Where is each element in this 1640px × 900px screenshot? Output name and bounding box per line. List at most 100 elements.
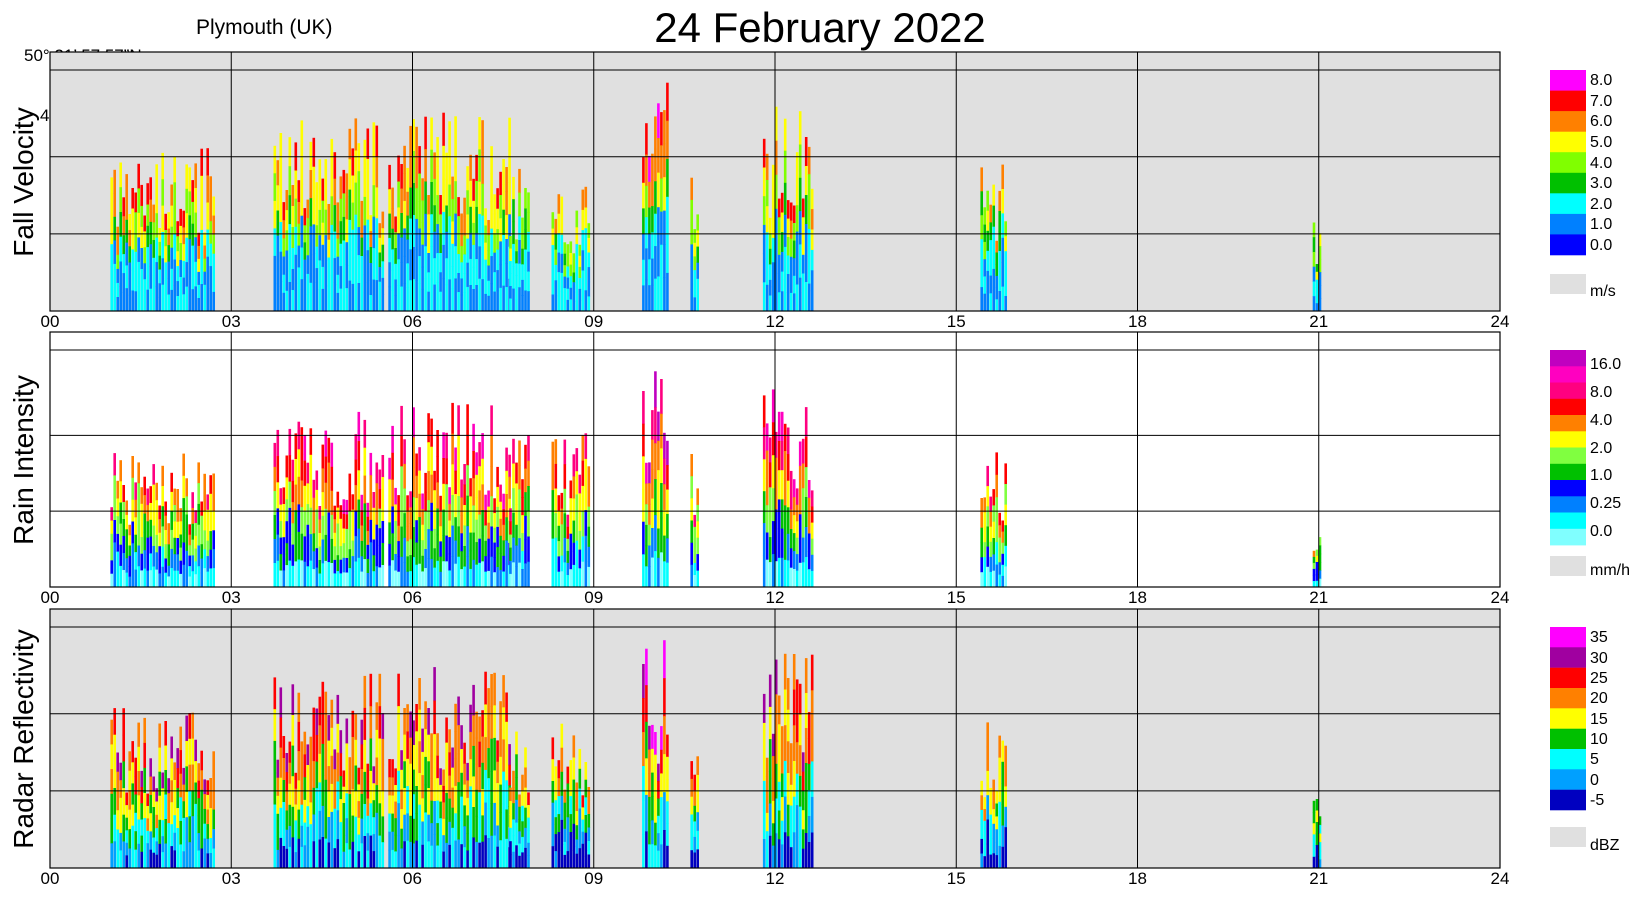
heatmap-cell [768, 512, 772, 538]
heatmap-cell [666, 440, 669, 466]
heatmap-cell [642, 285, 645, 312]
heatmap-cell [989, 257, 992, 276]
heatmap-cell [134, 291, 137, 312]
heatmap-cell [309, 282, 313, 312]
heatmap-cell [381, 499, 385, 522]
heatmap-cell [445, 432, 448, 459]
heatmap-cell [351, 841, 355, 869]
heatmap-cell [566, 266, 570, 279]
heatmap-cell [460, 725, 463, 750]
legend-swatch [1550, 382, 1586, 400]
heatmap-cell [288, 224, 292, 254]
heatmap-cell [569, 276, 573, 289]
heatmap-cell [363, 475, 367, 504]
heatmap-cell [1004, 266, 1007, 282]
heatmap-cell [693, 575, 696, 588]
heatmap-cell [366, 833, 370, 852]
heatmap-cell [122, 570, 125, 588]
heatmap-cell [327, 715, 331, 742]
legend-unit: dBZ [1590, 837, 1620, 854]
heatmap-cell [454, 731, 457, 760]
heatmap-cell [297, 289, 301, 312]
heatmap-cell [493, 542, 496, 558]
heatmap-cell [294, 170, 298, 200]
heatmap-cell [381, 477, 385, 500]
heatmap-cell [203, 297, 206, 312]
heatmap-cell [554, 834, 558, 852]
heatmap-cell [191, 738, 194, 765]
x-tick-label: 18 [1128, 312, 1147, 331]
heatmap-cell [657, 557, 660, 588]
heatmap-cell [499, 195, 502, 219]
heatmap-cell [451, 464, 454, 496]
heatmap-cell [125, 242, 128, 266]
heatmap-cell [321, 288, 325, 312]
heatmap-cell [578, 530, 582, 551]
heatmap-cell [487, 522, 490, 540]
heatmap-cell [454, 840, 457, 869]
heatmap-cell [279, 807, 283, 839]
heatmap-cell [433, 205, 436, 233]
heatmap-cell [765, 180, 769, 207]
heatmap-cell [783, 150, 787, 184]
heatmap-cell [1001, 761, 1004, 784]
heatmap-cell [696, 504, 699, 522]
heatmap-cell [152, 257, 155, 276]
heatmap-cell [297, 780, 301, 811]
heatmap-cell [161, 506, 164, 527]
heatmap-cell [795, 258, 799, 286]
heatmap-cell [185, 550, 188, 570]
heatmap-cell [381, 816, 385, 843]
heatmap-cell [209, 808, 212, 824]
heatmap-cell [554, 234, 558, 251]
heatmap-cell [182, 244, 185, 262]
heatmap-cell [158, 819, 161, 845]
heatmap-cell [363, 447, 367, 477]
heatmap-cell [167, 555, 170, 567]
heatmap-cell [490, 228, 493, 257]
heatmap-cell [119, 762, 122, 781]
heatmap-cell [137, 771, 140, 796]
heatmap-cell [140, 819, 143, 837]
heatmap-cell [654, 407, 657, 444]
heatmap-cell [188, 191, 191, 216]
heatmap-cell [372, 834, 376, 852]
heatmap-cell [496, 761, 499, 784]
heatmap-cell [484, 208, 487, 226]
heatmap-cell [433, 567, 436, 588]
heatmap-cell [651, 206, 654, 233]
heatmap-cell [505, 470, 508, 495]
heatmap-cell [391, 759, 394, 778]
heatmap-cell [318, 235, 322, 261]
heatmap-cell [1315, 833, 1319, 846]
heatmap-cell [330, 783, 334, 813]
heatmap-cell [116, 848, 119, 869]
heatmap-cell [663, 177, 666, 212]
heatmap-cell [560, 524, 564, 541]
heatmap-cell [409, 507, 412, 524]
heatmap-cell [645, 123, 648, 155]
heatmap-cell [406, 239, 409, 264]
heatmap-cell [276, 160, 280, 186]
heatmap-cell [1004, 827, 1007, 849]
heatmap-cell [155, 534, 158, 553]
heatmap-cell [369, 706, 373, 740]
heatmap-cell [572, 272, 576, 283]
heatmap-cell [206, 556, 209, 572]
heatmap-cell [125, 265, 128, 289]
heatmap-cell [188, 555, 191, 567]
heatmap-cell [276, 831, 280, 851]
heatmap-cell [212, 215, 215, 236]
heatmap-cell [804, 253, 808, 283]
heatmap-cell [173, 537, 176, 555]
heatmap-cell [427, 558, 430, 588]
heatmap-cell [696, 554, 699, 571]
y-axis-label: Fall Velocity [8, 106, 39, 257]
heatmap-cell [509, 801, 512, 815]
heatmap-cell [765, 794, 769, 814]
heatmap-cell [460, 820, 463, 845]
heatmap-cell [424, 116, 427, 150]
heatmap-cell [200, 530, 203, 545]
heatmap-cell [998, 823, 1001, 847]
heatmap-cell [660, 244, 663, 279]
